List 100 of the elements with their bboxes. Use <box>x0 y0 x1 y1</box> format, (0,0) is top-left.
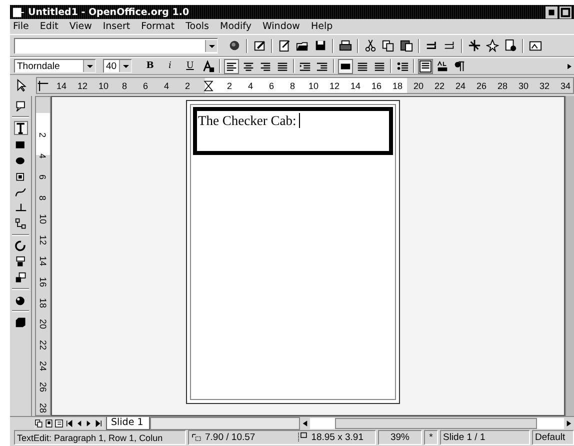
first-slide-icon[interactable] <box>64 418 74 429</box>
menu-item[interactable]: Tools <box>186 21 209 32</box>
previous-slide-icon[interactable] <box>74 418 84 429</box>
redo-icon[interactable] <box>443 39 456 52</box>
window-title: Untitled1 - OpenOffice.org 1.0 <box>28 6 190 18</box>
rotate-icon[interactable] <box>14 240 26 252</box>
notes-view-icon[interactable] <box>44 418 54 429</box>
font-color-icon[interactable] <box>202 60 215 72</box>
ruler-label: 8 <box>38 195 48 200</box>
ruler-label: 10 <box>97 80 110 90</box>
font-size-field[interactable]: 40 <box>103 59 132 73</box>
ruler-label: 16 <box>38 276 48 286</box>
zoom-level[interactable]: 39% <box>378 430 422 445</box>
box-icon[interactable] <box>14 316 26 328</box>
status-text: TextEdit: Paragraph 1, Row 1, Colun <box>14 430 186 445</box>
ruler-label: 24 <box>38 360 48 370</box>
ruler-label: 20 <box>38 318 48 328</box>
ruler-label: 18 <box>38 298 48 308</box>
fit-text-icon[interactable] <box>419 60 432 72</box>
menu-item[interactable]: Edit <box>40 21 58 32</box>
indent-marker-icon[interactable] <box>203 78 214 92</box>
ruler-label: 4 <box>162 80 170 90</box>
ruler-label: 2 <box>226 80 233 90</box>
curve-icon[interactable] <box>14 186 26 198</box>
record-icon[interactable] <box>228 39 241 52</box>
app-icon <box>12 6 25 18</box>
menu-item[interactable]: Help <box>310 21 333 32</box>
ruler-label: 30 <box>517 80 530 90</box>
pointer-icon[interactable] <box>14 79 28 92</box>
ruler-label: 20 <box>412 80 424 90</box>
menu-item[interactable]: Window <box>262 21 300 32</box>
ruler-label: 6 <box>38 174 48 179</box>
ruler-label: 22 <box>433 80 446 90</box>
connector-icon[interactable] <box>14 218 26 230</box>
gallery-icon[interactable] <box>529 39 542 52</box>
line-icon[interactable] <box>14 202 26 214</box>
copy-icon[interactable] <box>382 39 395 52</box>
slide-count: Slide 1 / 1 <box>440 430 530 445</box>
ruler-label: 10 <box>307 80 320 90</box>
font-name-field[interactable]: Thorndale <box>14 59 96 73</box>
ruler-label: 32 <box>538 80 550 90</box>
position-icon <box>191 432 202 443</box>
ruler-label: 28 <box>496 80 508 90</box>
ruler-label: 28 <box>38 402 48 412</box>
ruler-label: 16 <box>370 80 382 90</box>
text-cursor <box>299 113 300 128</box>
paste-icon[interactable] <box>400 39 413 52</box>
url-field[interactable] <box>14 38 218 54</box>
menu-item[interactable]: View <box>69 21 92 32</box>
position-readout: 7.90 / 10.57 <box>205 432 256 443</box>
italic-button[interactable]: i <box>164 61 176 71</box>
ruler-label: 34 <box>559 80 572 90</box>
text-box[interactable]: The Checker Cab: <box>193 107 393 155</box>
ruler-label: 14 <box>38 256 48 266</box>
ruler-label: 14 <box>349 80 362 90</box>
handout-view-icon[interactable] <box>54 418 64 429</box>
edit-icon[interactable] <box>253 39 266 52</box>
size-icon <box>297 432 308 443</box>
arrange-icon[interactable] <box>14 272 26 284</box>
menu-item[interactable]: Format <box>141 21 175 32</box>
save-icon[interactable] <box>314 39 327 52</box>
paragraph-icon[interactable] <box>453 60 466 72</box>
last-slide-icon[interactable] <box>94 418 104 429</box>
page-icon[interactable] <box>504 39 517 52</box>
ruler-label: 26 <box>38 382 48 392</box>
cut-icon[interactable] <box>364 39 377 52</box>
bullet-list-icon[interactable] <box>396 60 409 72</box>
size-readout: 18.95 x 3.91 <box>311 432 364 443</box>
tab-stop-icon[interactable] <box>37 78 49 92</box>
underline-button[interactable]: U <box>184 61 196 71</box>
menu-item[interactable]: Insert <box>102 21 130 32</box>
undo-icon[interactable] <box>425 39 438 52</box>
modified-indicator: * <box>424 430 438 445</box>
print-icon[interactable] <box>339 39 352 52</box>
callout-icon[interactable] <box>14 100 26 112</box>
ruler-label: 26 <box>475 80 488 90</box>
ruler-label: 12 <box>38 234 48 244</box>
menu-item[interactable]: Modify <box>220 21 252 32</box>
ruler-label: 22 <box>38 340 48 350</box>
ruler-label: 4 <box>38 153 48 158</box>
next-slide-icon[interactable] <box>84 418 94 429</box>
slide-tab[interactable]: Slide 1 <box>106 417 150 430</box>
align-left-icon[interactable] <box>225 60 238 72</box>
menu-item[interactable]: File <box>13 21 29 32</box>
drawing-view-icon[interactable] <box>34 418 44 429</box>
ruler-label: 2 <box>38 132 48 137</box>
ruler-label: 14 <box>55 80 68 90</box>
horizontal-scrollbar[interactable] <box>310 418 564 429</box>
vertical-scrollbar[interactable] <box>565 96 574 416</box>
single-spacing-icon[interactable] <box>339 60 352 72</box>
ruler-label: 2 <box>184 80 191 90</box>
bold-button[interactable]: B <box>144 61 156 71</box>
ruler-label: 4 <box>246 80 254 90</box>
star-icon[interactable] <box>486 39 499 52</box>
slide-text: The Checker Cab: <box>198 113 296 129</box>
new-document-icon[interactable] <box>278 39 291 52</box>
minimize-icon[interactable] <box>545 6 558 18</box>
maximize-icon[interactable] <box>559 6 572 18</box>
ruler-label: 12 <box>76 80 88 90</box>
text-tool-icon[interactable] <box>14 122 26 134</box>
